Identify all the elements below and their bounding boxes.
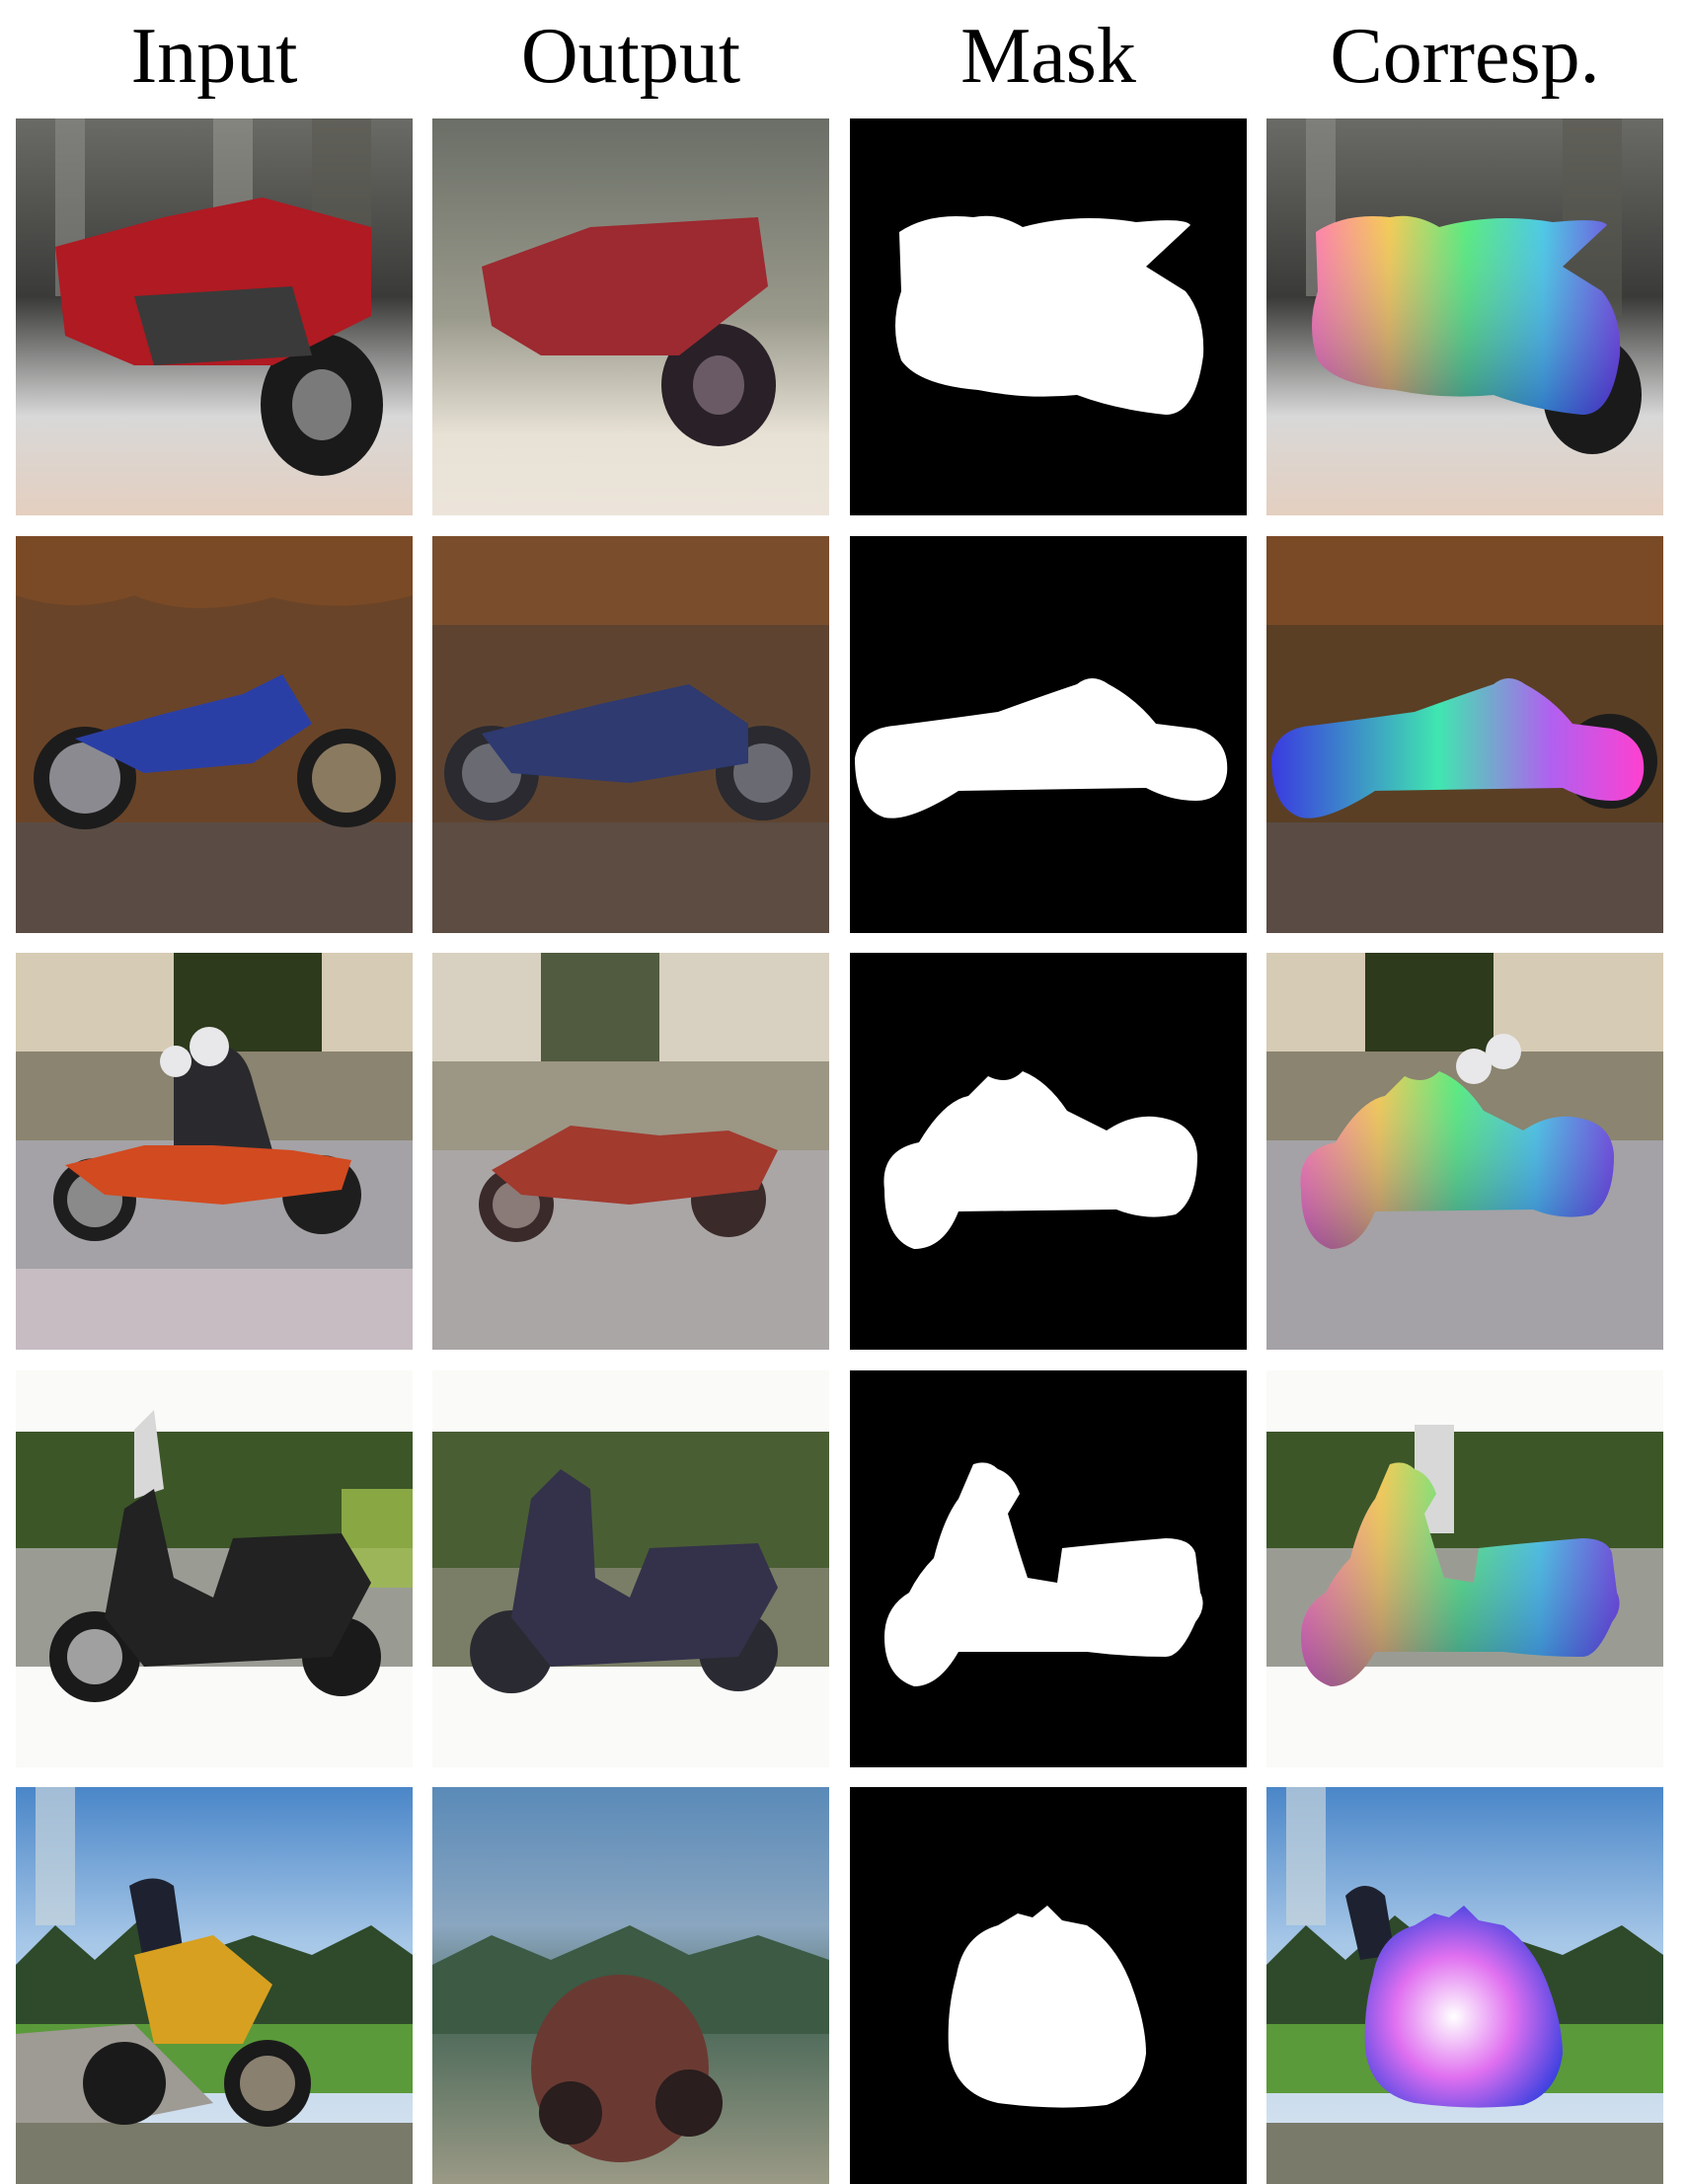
mask-image-red-sportbike — [850, 118, 1247, 515]
column-header-output: Output — [520, 13, 741, 100]
column-header-mask: Mask — [960, 13, 1136, 100]
mask-image-orange-cruiser-riders — [850, 953, 1247, 1350]
input-image-black-scooter — [16, 1370, 413, 1767]
correspondence-image-black-scooter — [1266, 1370, 1663, 1767]
input-image-red-sportbike — [16, 118, 413, 515]
correspondence-image-red-sportbike — [1266, 118, 1663, 515]
correspondence-image-orange-cruiser-riders — [1266, 953, 1663, 1350]
output-image-orange-cruiser-riders — [432, 953, 829, 1350]
output-image-yellow-adventure-bike — [432, 1787, 829, 2184]
output-image-black-scooter — [432, 1370, 829, 1767]
mask-image-yellow-adventure-bike — [850, 1787, 1247, 2184]
input-image-yellow-adventure-bike — [16, 1787, 413, 2184]
mask-image-blue-chopper — [850, 536, 1247, 933]
input-image-orange-cruiser-riders — [16, 953, 413, 1350]
mask-image-black-scooter — [850, 1370, 1247, 1767]
column-header-corresp: Corresp. — [1330, 13, 1600, 100]
column-header-input: Input — [130, 13, 298, 100]
correspondence-image-yellow-adventure-bike — [1266, 1787, 1663, 2184]
output-image-red-sportbike — [432, 118, 829, 515]
output-image-blue-chopper — [432, 536, 829, 933]
correspondence-image-blue-chopper — [1266, 536, 1663, 933]
input-image-blue-chopper — [16, 536, 413, 933]
